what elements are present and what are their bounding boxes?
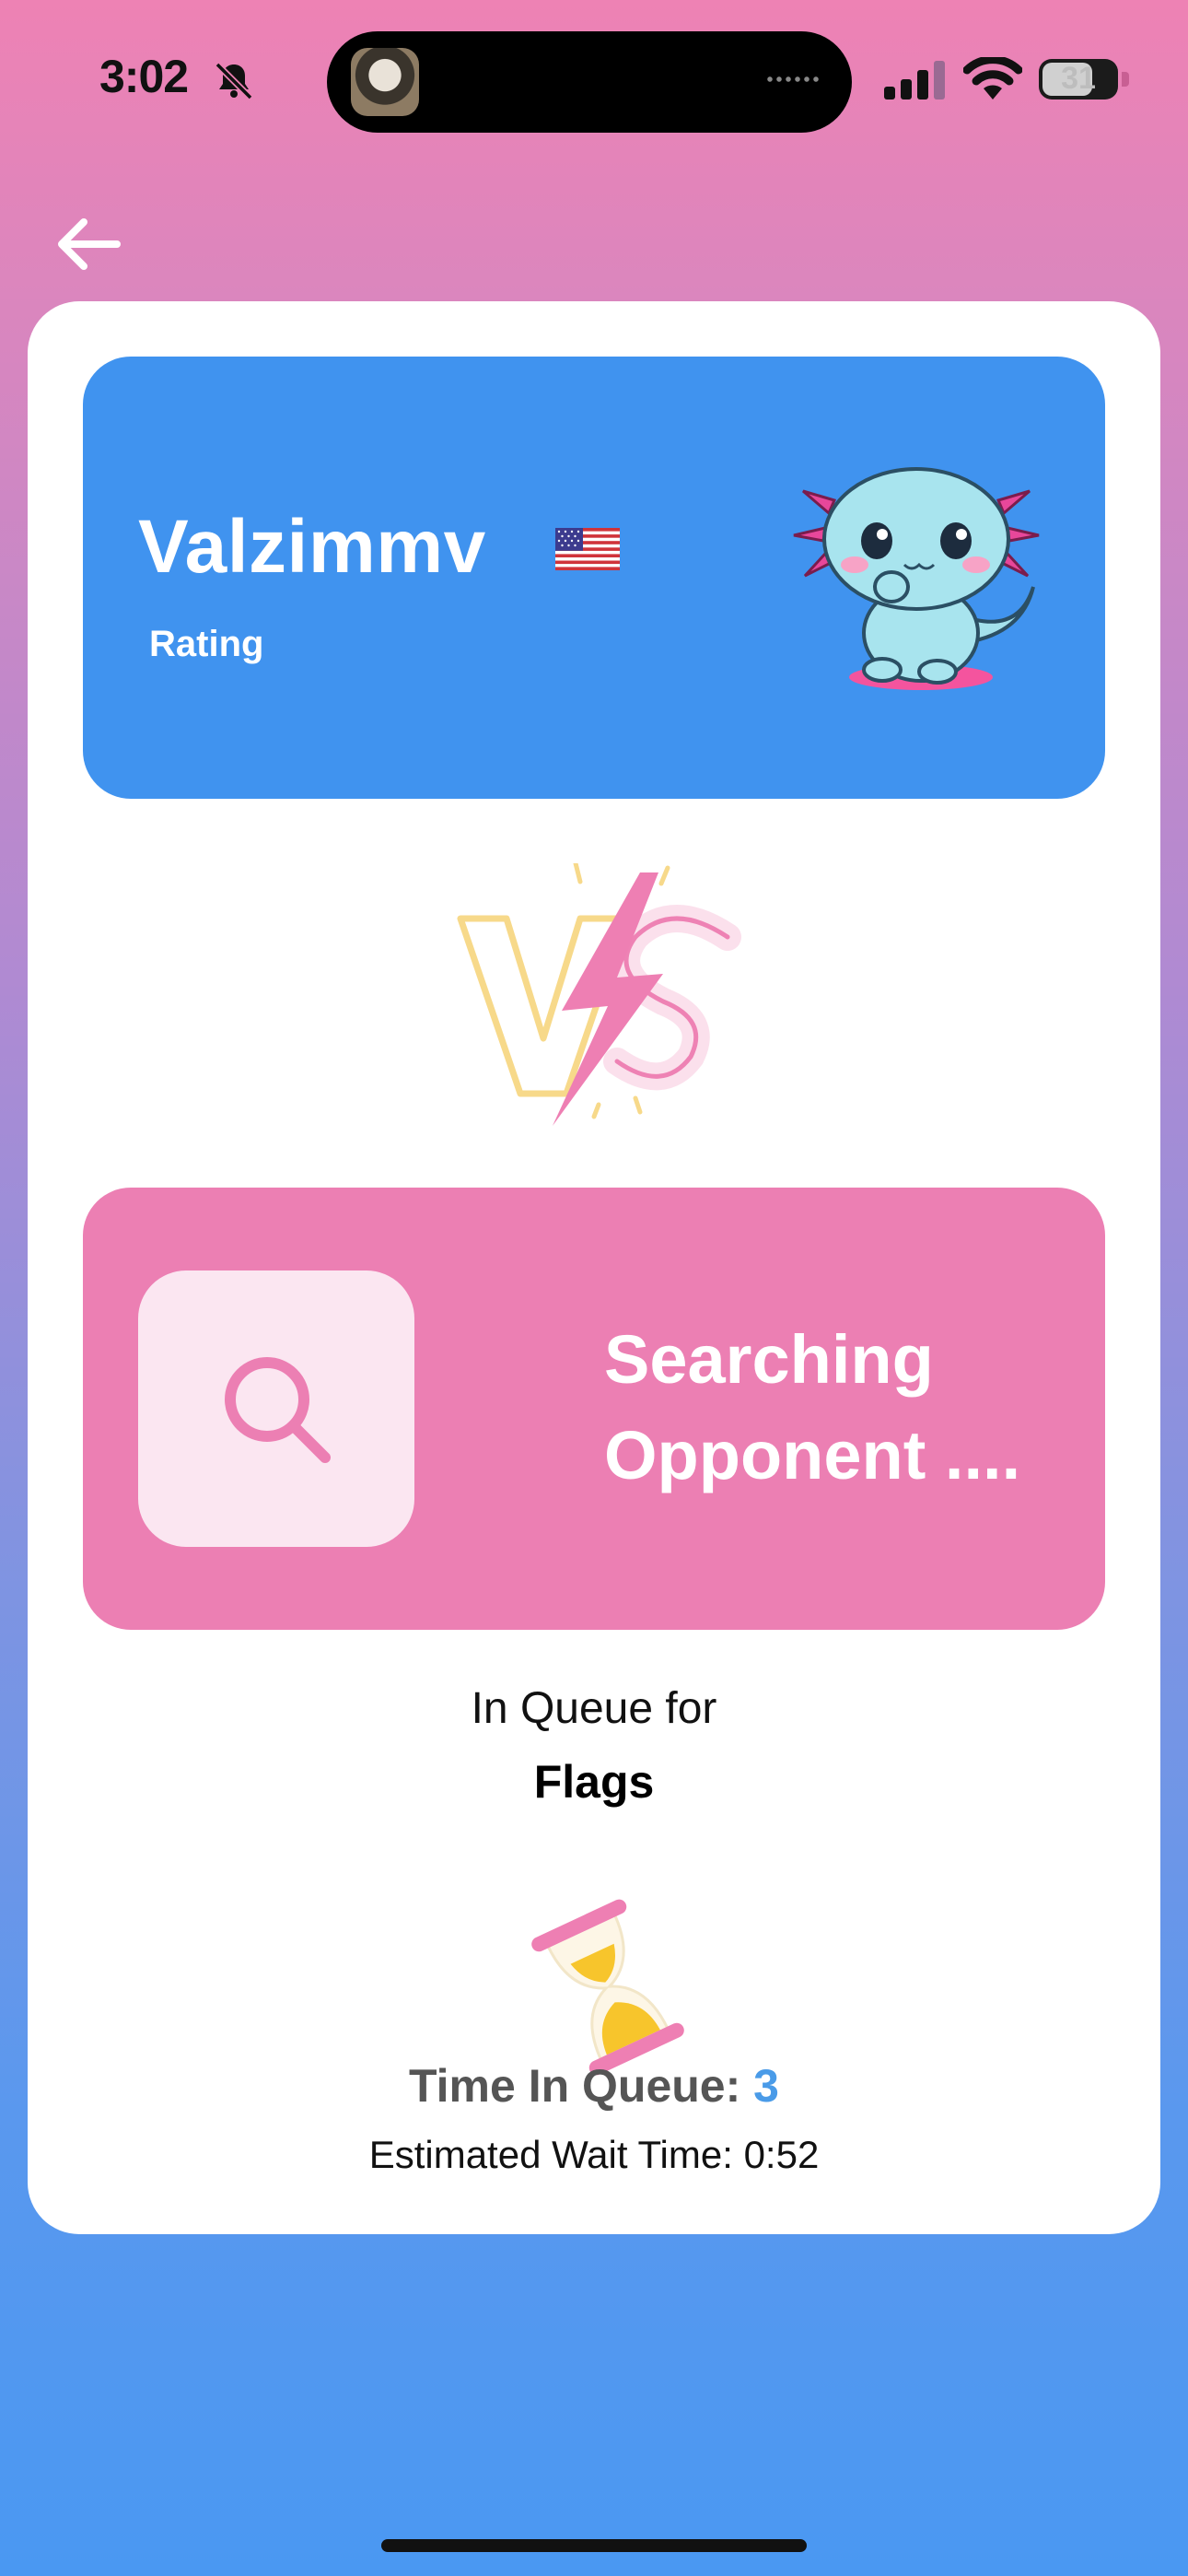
battery-percent: 31 <box>1061 61 1096 96</box>
wifi-icon <box>963 57 1022 100</box>
player-card: Valzimmv Rating <box>83 357 1105 799</box>
us-flag-icon <box>555 528 620 570</box>
matchmaking-card: Valzimmv Rating Searching Opponent .... … <box>28 301 1160 2234</box>
searching-status: Searching Opponent .... <box>604 1312 1083 1504</box>
arrow-left-icon <box>58 218 121 270</box>
time-in-queue: Time In Queue: 3 <box>28 2059 1160 2113</box>
dynamic-island <box>327 31 852 133</box>
home-indicator[interactable] <box>381 2539 807 2552</box>
battery-cap <box>1122 72 1129 87</box>
searching-status-line2: Opponent .... <box>604 1417 1021 1493</box>
battery-indicator: 31 <box>1039 59 1118 100</box>
queue-game-mode: Flags <box>533 1756 655 1808</box>
time-in-queue-label: Time In Queue: <box>409 2060 741 2112</box>
opponent-placeholder <box>138 1270 414 1547</box>
opponent-search-card: Searching Opponent .... <box>83 1188 1105 1630</box>
bell-muted-icon <box>215 62 253 100</box>
vs-lightning-icon <box>457 863 741 1126</box>
time-in-queue-value: 3 <box>753 2060 779 2112</box>
cellular-signal-icon <box>884 61 945 100</box>
axolotl-avatar-icon <box>793 467 1040 690</box>
now-playing-avatar[interactable] <box>351 48 419 116</box>
player-name: Valzimmv <box>138 505 486 589</box>
searching-status-line1: Searching <box>604 1321 934 1398</box>
estimated-wait-time: Estimated Wait Time: 0:52 <box>368 2133 820 2176</box>
player-rating-label: Rating <box>149 624 264 664</box>
queue-label: In Queue for <box>471 1684 717 1733</box>
back-button[interactable] <box>46 203 129 286</box>
status-time: 3:02 <box>99 51 189 102</box>
search-icon <box>225 1357 331 1463</box>
activity-dots <box>765 76 819 83</box>
hourglass-icon <box>531 1899 684 2076</box>
